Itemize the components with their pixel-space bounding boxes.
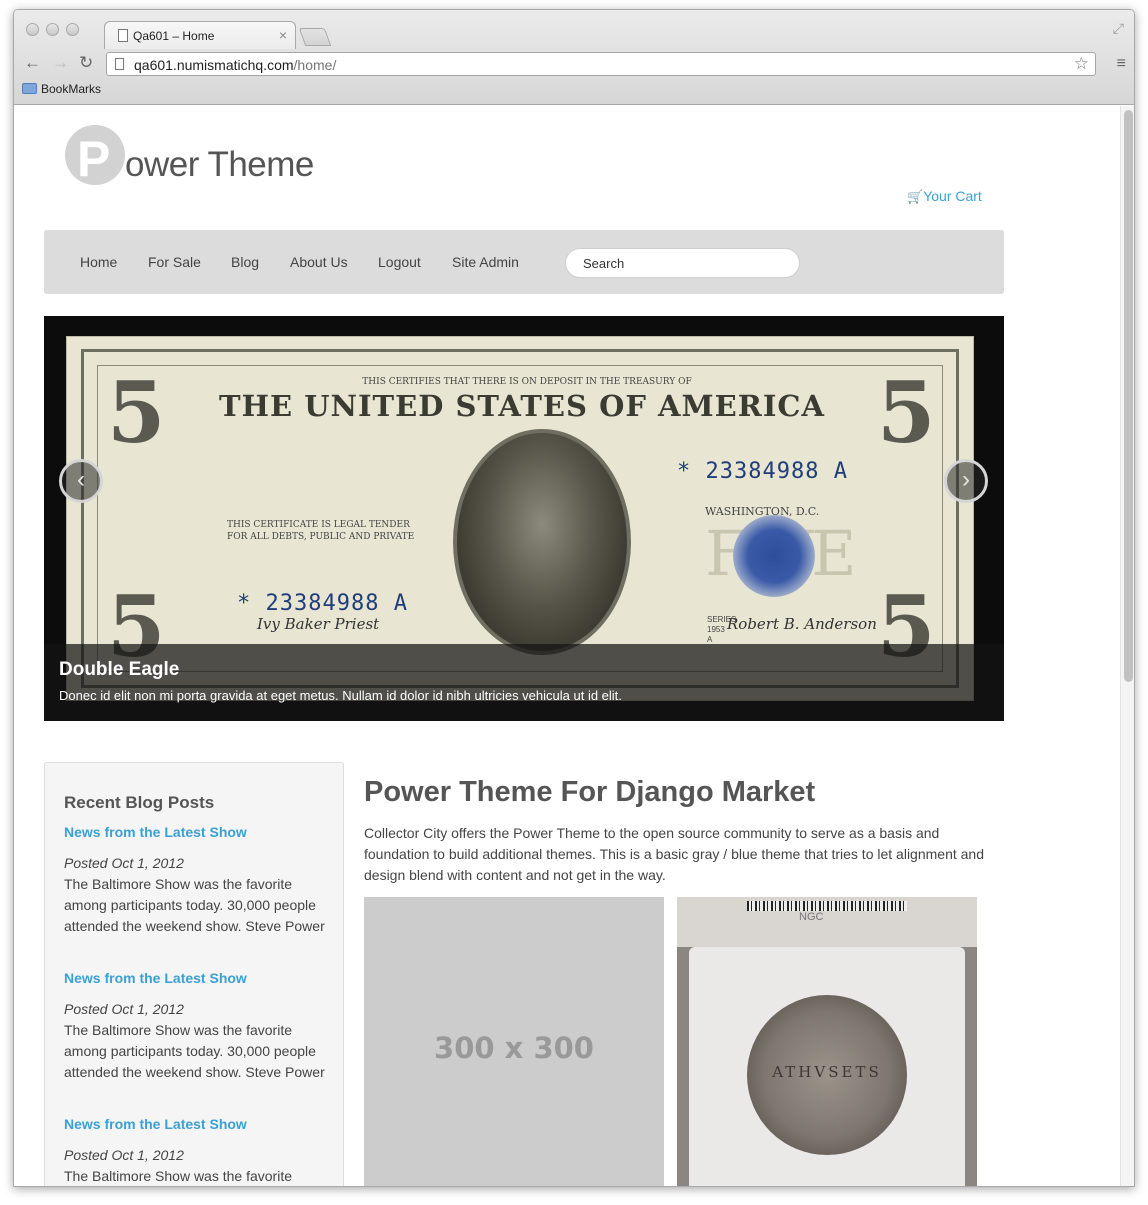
browser-menu-icon[interactable]: ≡ — [1117, 55, 1126, 73]
blog-post-date: Posted Oct 1, 2012 — [64, 855, 184, 871]
page-icon — [118, 29, 128, 42]
nav-home[interactable]: Home — [80, 254, 117, 270]
page-icon — [115, 58, 124, 70]
search-input[interactable] — [565, 248, 800, 278]
fullscreen-icon[interactable]: ⤢ — [1113, 20, 1124, 37]
url-path: /home/ — [293, 57, 337, 73]
bookmark-star-icon[interactable]: ☆ — [1074, 54, 1089, 74]
logo-text: ower Theme — [125, 145, 314, 184]
note-washington: WASHINGTON, D.C. — [705, 505, 820, 518]
note-title: THE UNITED STATES OF AMERICA — [219, 389, 825, 423]
page-scrollbar[interactable] — [1120, 106, 1134, 1186]
browser-window: Qa601 – Home × ⤢ ← → ↻ qa601.numismatich… — [13, 9, 1135, 1187]
tab-title: Qa601 – Home — [133, 29, 215, 43]
close-tab-icon[interactable]: × — [279, 27, 287, 43]
blog-post: News from the Latest Show Posted Oct 1, … — [64, 824, 334, 937]
blog-post-date: Posted Oct 1, 2012 — [64, 1001, 184, 1017]
main-nav: Home For Sale Blog About Us Logout Site … — [44, 230, 1004, 294]
nav-about-us[interactable]: About Us — [290, 254, 348, 270]
browser-chrome: Qa601 – Home × ⤢ ← → ↻ qa601.numismatich… — [14, 10, 1134, 105]
blog-post: News from the Latest Show Posted Oct 1, … — [64, 970, 334, 1083]
blog-post-link[interactable]: News from the Latest Show — [64, 970, 334, 986]
new-tab-button[interactable] — [298, 28, 332, 46]
nav-logout[interactable]: Logout — [378, 254, 421, 270]
carousel-prev-icon[interactable]: ‹ — [59, 459, 103, 503]
coin: ATHVSETS — [747, 995, 907, 1155]
note-portrait — [453, 429, 631, 655]
placeholder-image: 300 x 300 — [364, 897, 664, 1186]
coin-slab-image: NGC ATHVSETS — [677, 897, 977, 1186]
note-corner-five: 5 — [107, 363, 166, 462]
zoom-window-icon[interactable] — [66, 23, 79, 36]
page-title: Power Theme For Django Market — [364, 776, 816, 808]
slab-ngc-label: NGC — [799, 911, 824, 923]
note-signature-left: Ivy Baker Priest — [257, 615, 380, 633]
minimize-window-icon[interactable] — [46, 23, 59, 36]
caption-text: Donec id elit non mi porta gravida at eg… — [59, 688, 622, 703]
barcode — [747, 901, 907, 911]
bookmarks-bar-item[interactable]: BookMarks — [22, 82, 101, 100]
scrollbar-thumb[interactable] — [1124, 110, 1133, 682]
blog-post-excerpt: The Baltimore Show was the favorite — [64, 1168, 292, 1184]
treasury-seal — [733, 515, 815, 597]
intro-text: Collector City offers the Power Theme to… — [364, 825, 984, 883]
note-signature-right: Robert B. Anderson — [727, 615, 877, 633]
address-bar[interactable]: qa601.numismatichq.com/home/ ☆ — [106, 52, 1096, 76]
blog-post-link[interactable]: News from the Latest Show — [64, 824, 334, 840]
blog-post-excerpt: The Baltimore Show was the favorite amon… — [64, 1022, 325, 1080]
note-subtitle: THIS CERTIFIES THAT THERE IS ON DEPOSIT … — [362, 377, 692, 387]
note-legal-text: THIS CERTIFICATE IS LEGAL TENDER FOR ALL… — [227, 520, 415, 542]
page-viewport: P ower Theme 🛒Your Cart Home For Sale Bl… — [14, 106, 1120, 1186]
carousel-caption: Double Eagle Donec id elit non mi porta … — [44, 644, 1004, 721]
blog-post-date: Posted Oct 1, 2012 — [64, 1147, 184, 1163]
note-serial-right: * 23384988 A — [677, 459, 848, 484]
cart-label: Your Cart — [923, 188, 982, 204]
slab-body: ATHVSETS — [689, 947, 965, 1186]
carousel-next-icon[interactable]: › — [944, 459, 988, 503]
nav-blog[interactable]: Blog — [231, 254, 259, 270]
caption-title: Double Eagle — [59, 659, 180, 680]
hero-carousel: THIS CERTIFIES THAT THERE IS ON DEPOSIT … — [44, 316, 1004, 721]
bookmarks-label: BookMarks — [41, 82, 102, 96]
url-host: qa601.numismatichq.com — [134, 57, 294, 73]
url-text: qa601.numismatichq.com/home/ — [134, 57, 336, 73]
note-corner-five: 5 — [877, 363, 936, 462]
forward-icon[interactable]: → — [52, 53, 69, 73]
coin-legend: ATHVSETS — [772, 1063, 882, 1081]
recent-posts-sidebar: Recent Blog Posts News from the Latest S… — [44, 762, 344, 1186]
blog-post-link[interactable]: News from the Latest Show — [64, 1116, 334, 1132]
blog-post: News from the Latest Show Posted Oct 1, … — [64, 1116, 334, 1186]
blog-post-excerpt: The Baltimore Show was the favorite amon… — [64, 876, 325, 934]
slab-label: NGC — [677, 897, 977, 947]
sidebar-title: Recent Blog Posts — [64, 793, 215, 812]
folder-icon — [22, 83, 37, 94]
reload-icon[interactable]: ↻ — [79, 53, 93, 73]
nav-site-admin[interactable]: Site Admin — [452, 254, 519, 270]
cart-link[interactable]: 🛒Your Cart — [907, 188, 982, 205]
logo-letter: P — [77, 131, 111, 187]
browser-toolbar: ← → ↻ qa601.numismatichq.com/home/ ☆ ≡ — [14, 50, 1134, 80]
close-window-icon[interactable] — [26, 23, 39, 36]
note-serial-left: * 23384988 A — [237, 591, 408, 616]
browser-tab[interactable]: Qa601 – Home × — [104, 21, 296, 49]
back-icon[interactable]: ← — [24, 53, 41, 73]
cart-icon: 🛒 — [907, 189, 924, 204]
nav-for-sale[interactable]: For Sale — [148, 254, 201, 270]
